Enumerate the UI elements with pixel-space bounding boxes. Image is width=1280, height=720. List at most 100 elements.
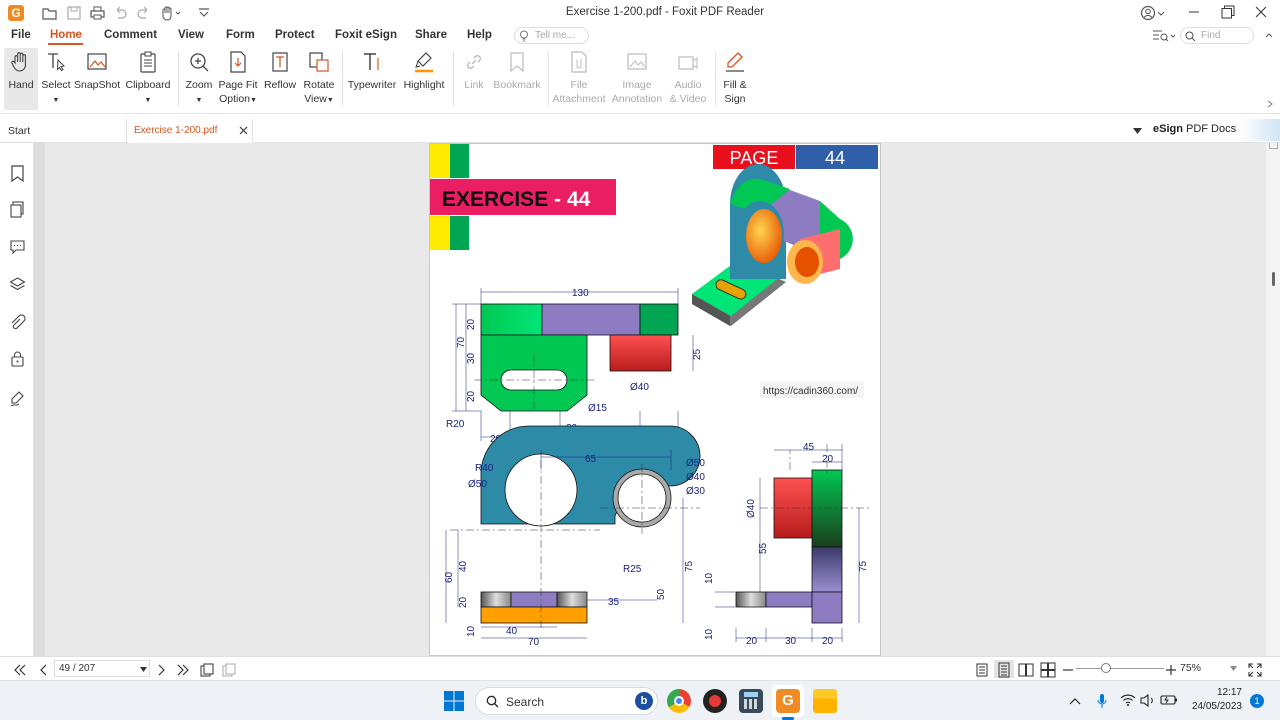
zoom-level-select[interactable]: 75% [1178,660,1240,677]
save-icon[interactable] [67,6,81,20]
taskbar-date[interactable]: 24/05/2023 [1182,701,1242,712]
find-box[interactable]: Find [1180,27,1254,44]
tab-list-dropdown-icon[interactable] [1133,128,1142,134]
calculator-icon[interactable] [739,689,763,713]
page-number-input[interactable]: 49 / 207 [54,660,150,677]
bookmark-button[interactable]: Bookmark [492,50,542,92]
facing-view-icon[interactable] [1018,662,1034,678]
dim-s45: 45 [803,442,815,453]
restore-icon[interactable] [1221,5,1235,19]
undo-icon[interactable] [113,6,127,20]
document-viewer[interactable]: EXERCISE - 44 PAGE 44 https://cadin360.c… [34,143,1266,656]
microphone-icon[interactable] [1096,693,1108,709]
customize-toolbar-icon[interactable] [198,8,210,18]
dim-130: 130 [572,288,589,299]
battery-icon[interactable] [1160,694,1178,706]
show-hidden-icons-icon[interactable] [1069,696,1081,706]
bookmarks-panel-icon[interactable] [9,165,26,182]
menu-view[interactable]: View [178,29,204,41]
zoom-dropdown-icon[interactable] [1230,666,1237,671]
first-page-icon[interactable] [12,662,28,678]
menu-protect[interactable]: Protect [275,29,315,41]
rotate-view-button[interactable]: Rotate View▼ [300,50,338,108]
single-page-view-icon[interactable] [974,662,990,678]
continuous-facing-view-icon[interactable] [1040,662,1056,678]
highlight-button[interactable]: Highlight [400,50,448,92]
continuous-view-icon[interactable] [996,662,1012,678]
next-view-icon[interactable] [221,662,237,678]
recorder-icon[interactable] [703,689,727,713]
comments-panel-icon[interactable] [9,238,26,255]
wifi-icon[interactable] [1120,694,1136,706]
layers-panel-icon[interactable] [9,276,26,293]
menu-comment[interactable]: Comment [104,29,157,41]
notification-badge[interactable]: 1 [1250,694,1264,708]
menu-foxit-esign[interactable]: Foxit eSign [335,29,397,41]
snapshot-button[interactable]: SnapShot [74,50,120,92]
redo-icon[interactable] [137,6,151,20]
security-panel-icon[interactable] [9,350,26,367]
link-button[interactable]: Link [458,50,490,92]
scroll-up-arrow[interactable] [1269,143,1278,149]
ribbon-scroll-arrow-icon[interactable] [1266,100,1274,108]
fill-sign-button[interactable]: Fill & Sign [719,50,751,106]
windows-start-icon[interactable] [442,689,466,713]
zoom-in-icon[interactable] [1163,662,1179,678]
page-fit-label-1: Page Fit [218,79,258,91]
next-page-icon[interactable] [153,662,169,678]
menu-help[interactable]: Help [467,29,492,41]
menu-form[interactable]: Form [226,29,255,41]
reflow-button[interactable]: Reflow [262,50,298,92]
tab-start[interactable]: Start [0,119,127,143]
foxit-taskbar-icon[interactable]: G [776,689,800,713]
search-options-icon[interactable] [1152,29,1176,43]
scroll-thumb[interactable] [1272,272,1275,286]
last-page-icon[interactable] [175,662,191,678]
vertical-scrollbar[interactable] [1266,143,1280,656]
zoom-out-icon[interactable] [1060,662,1076,678]
close-tab-icon[interactable] [239,126,248,135]
pdf-page[interactable]: EXERCISE - 44 PAGE 44 https://cadin360.c… [429,143,881,656]
minimize-icon[interactable] [1188,6,1200,18]
hand-tool-button[interactable]: Hand [4,50,38,92]
menu-share[interactable]: Share [415,29,447,41]
esign-banner[interactable]: eSign PDF Docs [1148,119,1280,141]
page-fit-option-button[interactable]: Page Fit Option▼ [217,50,259,108]
print-icon[interactable] [90,6,105,20]
attachments-panel-icon[interactable] [9,314,26,331]
volume-icon[interactable] [1140,694,1156,707]
signatures-panel-icon[interactable] [9,390,26,407]
close-window-icon[interactable] [1255,6,1267,18]
file-explorer-icon[interactable] [813,689,837,713]
taskbar-time[interactable]: 12:17 [1190,687,1242,698]
clipboard-button[interactable]: Clipboard ▼ [122,50,174,108]
audio-video-button[interactable]: Audio & Video [666,50,710,106]
menu-home[interactable]: Home [50,29,82,41]
dim-s55: 55 [758,542,769,554]
previous-view-icon[interactable] [199,662,215,678]
zoom-slider-thumb[interactable] [1101,663,1111,673]
zoom-slider-track[interactable] [1076,668,1164,669]
zoom-button[interactable]: Zoom ▼ [182,50,216,108]
image-annotation-button[interactable]: Image Annotation [610,50,664,106]
select-tool-button[interactable]: Select ▼ [40,50,72,108]
menu-file[interactable]: File [11,29,31,41]
pages-panel-icon[interactable] [9,201,26,218]
chrome-icon[interactable] [667,689,691,713]
previous-page-icon[interactable] [36,662,52,678]
esign-bold-label: eSign [1153,123,1183,135]
hand-tool-quick-icon[interactable] [160,5,182,21]
open-folder-icon[interactable] [42,6,57,20]
dim-65: 65 [585,454,597,465]
full-screen-icon[interactable] [1247,662,1263,678]
file-attachment-button[interactable]: File Attachment [552,50,606,106]
windows-taskbar: Search b G 12:17 24/05/2023 1 [0,680,1280,720]
dim-s10a: 10 [704,572,715,584]
account-icon[interactable] [1140,5,1166,21]
taskbar-search-box[interactable]: Search b [475,687,658,715]
tell-me-box[interactable]: Tell me... [514,27,589,44]
collapse-ribbon-icon[interactable] [1264,30,1274,40]
typewriter-button[interactable]: Typewriter [346,50,398,92]
tab-document[interactable]: Exercise 1-200.pdf [128,119,253,143]
page-dropdown-icon[interactable] [140,667,147,672]
